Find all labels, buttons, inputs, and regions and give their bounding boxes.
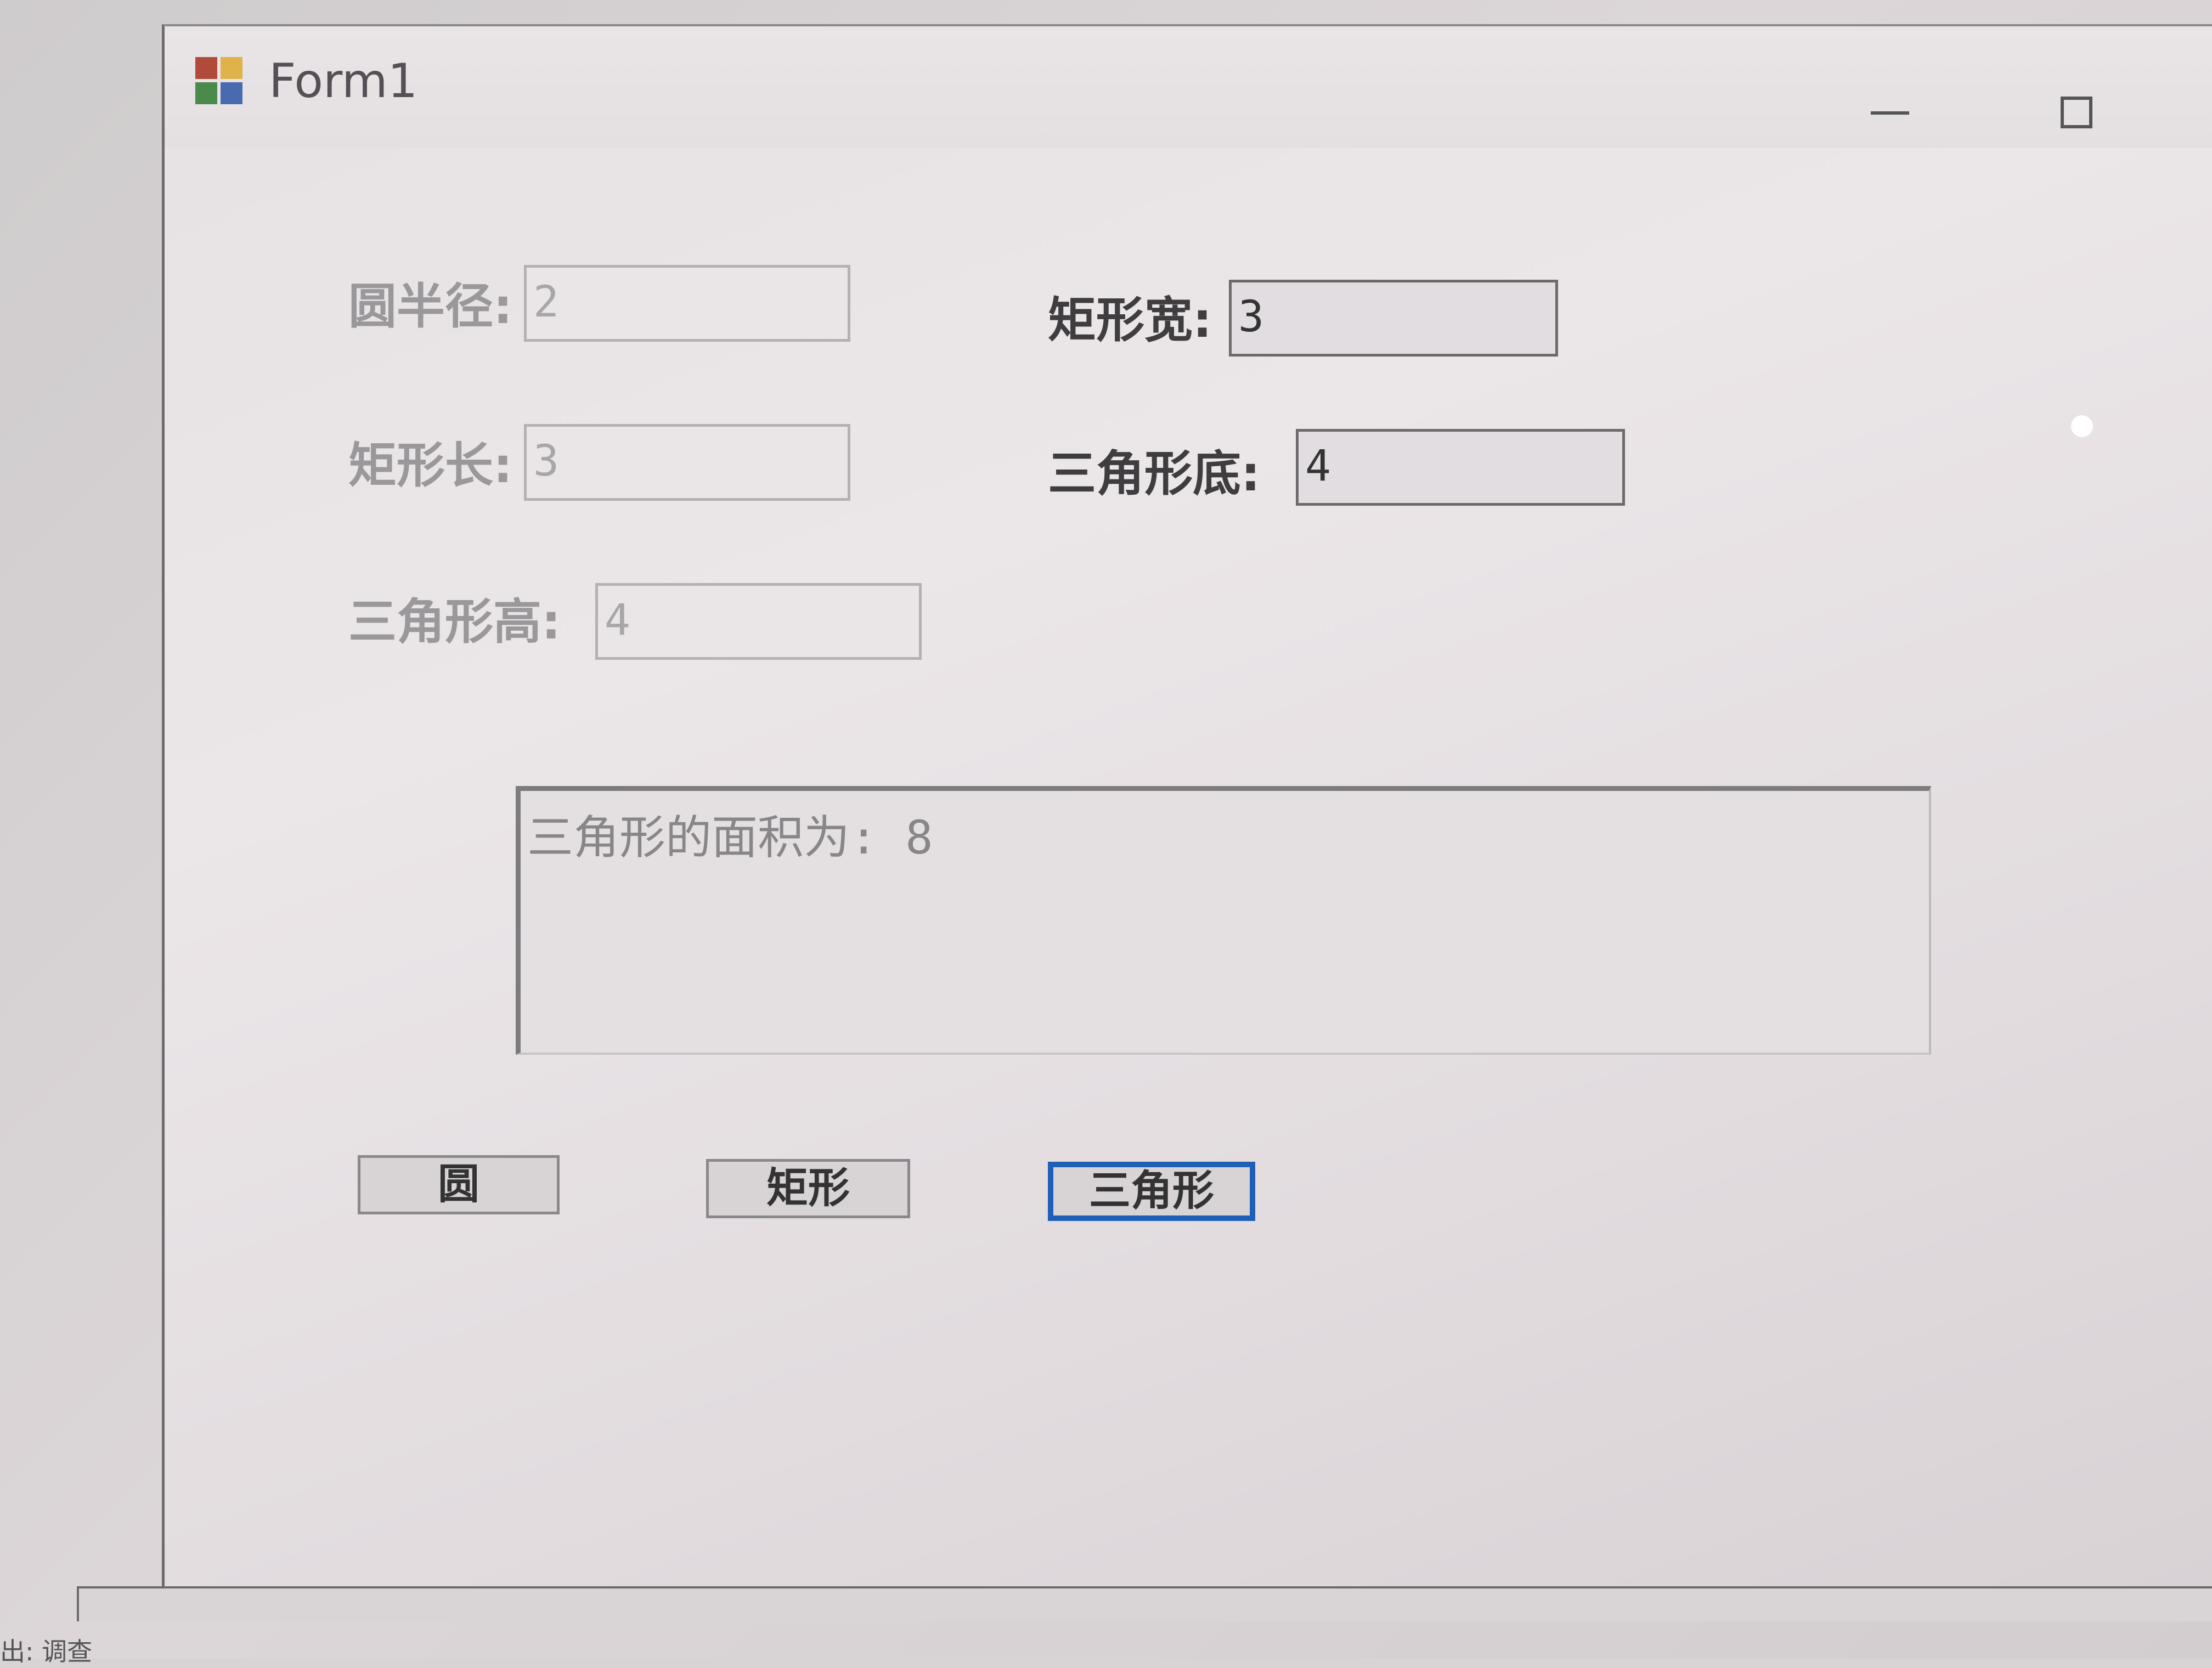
triangle-base-label: 三角形底: [1048,445,1261,502]
window-title: Form1 [269,54,418,109]
minimize-button[interactable] [1843,87,1931,142]
rectangle-button[interactable]: 矩形 [706,1159,910,1218]
title-bar[interactable]: Form1 [165,26,2212,148]
rect-width-input[interactable]: 3 [1229,280,1558,357]
circle-button[interactable]: 圆 [358,1155,560,1214]
status-text: 出: 调查 [0,1637,93,1666]
circle-radius-input[interactable]: 2 [524,265,850,342]
triangle-height-input[interactable]: 4 [595,583,922,660]
screen-glare-dot [2071,415,2093,437]
triangle-button-label: 三角形 [1089,1166,1214,1215]
minimize-icon [1871,111,1909,115]
bottom-panel-border [77,1586,2212,1621]
maximize-button[interactable] [2030,76,2118,131]
form-window: Form1 圆半径: 2 矩形宽: 3 矩形长: 3 三角形底: 4 三角形高:… [162,24,2212,1595]
rect-length-label: 矩形长: [348,437,513,494]
circle-radius-label: 圆半径: [348,278,513,335]
rect-length-input[interactable]: 3 [524,424,850,501]
desktop-background: Form1 圆半径: 2 矩形宽: 3 矩形长: 3 三角形底: 4 三角形高:… [0,0,2212,1666]
triangle-base-input[interactable]: 4 [1296,429,1625,506]
app-form-icon [195,57,246,108]
rect-width-label: 矩形宽: [1048,292,1212,348]
triangle-button[interactable]: 三角形 [1048,1162,1255,1221]
result-output-box[interactable]: 三角形的面积为: 8 [516,786,1931,1055]
maximize-icon [2061,97,2092,128]
triangle-height-label: 三角形高: [348,593,561,650]
